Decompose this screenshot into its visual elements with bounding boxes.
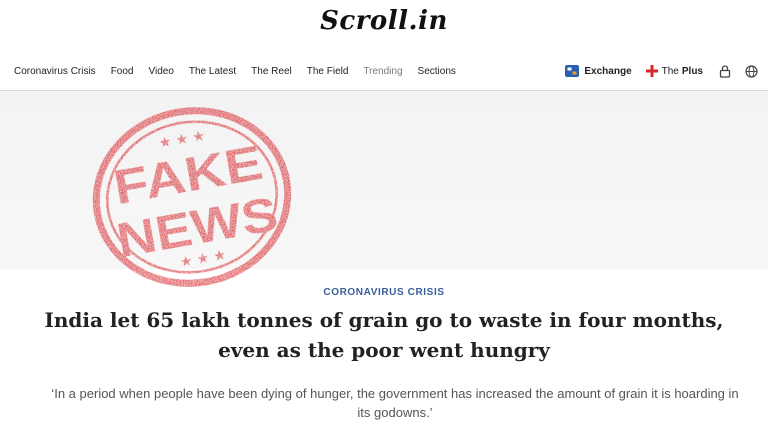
exchange-icon (565, 65, 580, 77)
nav-item-the-latest[interactable]: The Latest (189, 66, 236, 77)
nav-item-video[interactable]: Video (148, 66, 173, 77)
nav-links: Coronavirus Crisis Food Video The Latest… (14, 66, 471, 77)
nav-item-the-reel[interactable]: The Reel (251, 66, 292, 77)
the-plus-label: Plus (681, 65, 703, 77)
article-dek: ‘In a period when people have been dying… (0, 384, 768, 422)
article-kicker[interactable]: CORONAVIRUS CRISIS (0, 287, 768, 298)
fake-news-stamp: ★ ★ ★ ★ ★ ★ FAKE NEWS (92, 107, 292, 287)
language-icon[interactable] (745, 64, 758, 78)
user-lock-icon[interactable] (719, 64, 731, 78)
dek-line-2: its godowns.’ (357, 405, 433, 420)
site-logo[interactable]: Scroll.in (0, 6, 768, 36)
the-plus-prefix: The (661, 65, 679, 77)
headline-line-1: India let 65 lakh tonnes of grain go to … (44, 308, 724, 332)
nav-item-sections[interactable]: Sections (418, 66, 456, 77)
article-headline[interactable]: India let 65 lakh tonnes of grain go to … (0, 305, 768, 365)
page: Scroll.in Coronavirus Crisis Food Video … (0, 0, 768, 432)
nav-actions: Exchange The Plus (564, 64, 758, 78)
nav-item-coronavirus-crisis[interactable]: Coronavirus Crisis (14, 66, 96, 77)
top-nav: Coronavirus Crisis Food Video The Latest… (0, 54, 768, 91)
headline-line-2: even as the poor went hungry (218, 338, 550, 362)
dek-line-1: ‘In a period when people have been dying… (51, 386, 739, 401)
nav-item-food[interactable]: Food (111, 66, 134, 77)
nav-item-the-field[interactable]: The Field (307, 66, 349, 77)
exchange-link[interactable]: Exchange (564, 64, 632, 78)
exchange-label: Exchange (584, 65, 632, 77)
nav-item-trending[interactable]: Trending (363, 66, 402, 77)
the-plus-link[interactable]: The Plus (645, 65, 703, 77)
plus-cross-icon (645, 65, 658, 77)
